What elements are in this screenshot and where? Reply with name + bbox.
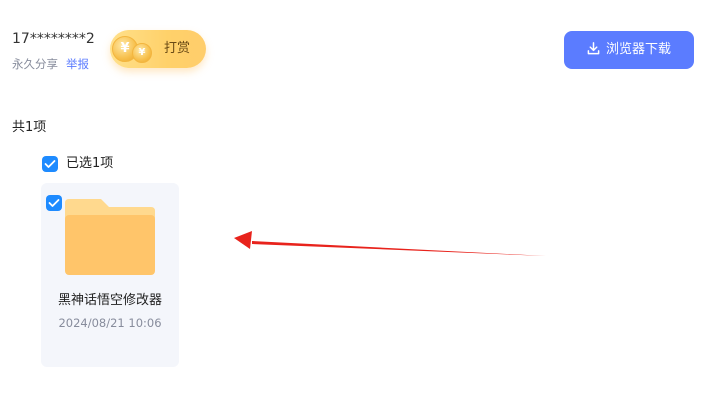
browser-download-button[interactable]: 浏览器下载: [564, 31, 694, 69]
tip-button-label: 打赏: [164, 41, 191, 56]
select-all-checkbox[interactable]: [42, 156, 58, 172]
file-date: 2024/08/21 10:06: [58, 316, 162, 330]
selected-count-label: 已选1项: [66, 156, 114, 171]
file-name: 黑神话悟空修改器: [57, 293, 162, 308]
share-info-row: 永久分享 举报: [12, 57, 89, 71]
file-card[interactable]: 黑神话悟空修改器 2024/08/21 10:06: [41, 183, 179, 367]
folder-icon: [65, 199, 155, 275]
share-type-label: 永久分享: [12, 57, 58, 71]
sharer-name: 17********2: [12, 31, 95, 47]
checkmark-icon: [48, 199, 60, 207]
coin-small-icon: ¥: [132, 43, 152, 63]
total-count: 共1项: [12, 120, 47, 135]
checkmark-icon: [44, 160, 56, 168]
tip-button[interactable]: ¥ ¥ 打赏: [110, 30, 206, 68]
download-icon: [587, 42, 600, 55]
browser-download-label: 浏览器下载: [605, 42, 671, 57]
report-link[interactable]: 举报: [66, 57, 89, 71]
file-checkbox[interactable]: [46, 195, 62, 211]
